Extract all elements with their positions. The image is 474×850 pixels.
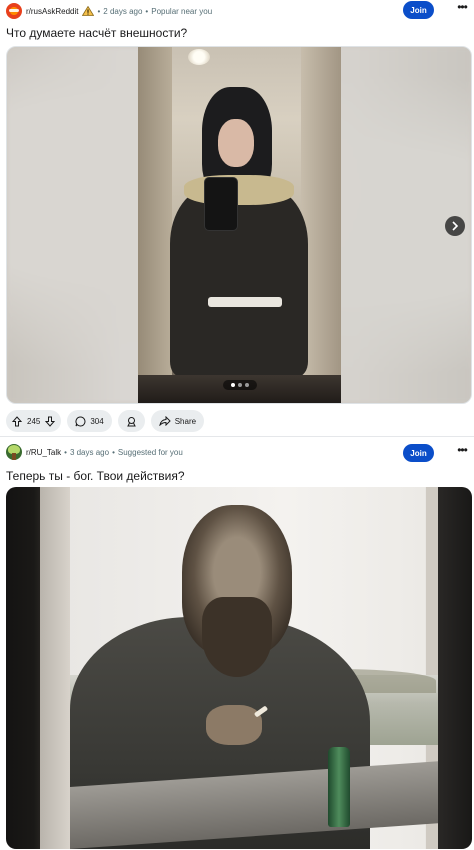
post-image-carousel[interactable] [6, 46, 472, 404]
subreddit-avatar[interactable] [6, 444, 22, 460]
post-time: 3 days ago [69, 447, 110, 457]
award-icon [126, 416, 136, 426]
post-image[interactable] [138, 47, 341, 403]
award-button[interactable] [117, 410, 145, 432]
chevron-right-icon [452, 221, 459, 231]
more-options-icon[interactable]: ••• [454, 1, 470, 17]
post-card[interactable]: r/rusAskReddit • 2 days ago • Popular ne… [0, 0, 474, 436]
post-actions: 245 304 Share [6, 410, 205, 432]
phone [204, 177, 238, 231]
post-card[interactable]: r/RU_Talk • 3 days ago • Suggested for y… [0, 436, 474, 850]
meta-separator: • [145, 6, 149, 16]
join-button[interactable]: Join [403, 444, 434, 462]
post-time: 2 days ago [103, 6, 143, 16]
subreddit-name[interactable]: r/RU_Talk [26, 448, 61, 457]
post-image[interactable] [6, 487, 472, 849]
downvote-icon[interactable] [45, 416, 56, 427]
comments-button[interactable]: 304 [67, 410, 112, 432]
join-button[interactable]: Join [403, 1, 434, 19]
warning-icon [82, 6, 95, 16]
post-title[interactable]: Теперь ты - бог. Твои действия? [6, 469, 185, 483]
comment-icon [75, 415, 86, 426]
share-button[interactable]: Share [150, 410, 205, 432]
meta-separator: • [112, 447, 115, 457]
meta-separator: • [64, 447, 67, 457]
subreddit-name[interactable]: r/rusAskReddit [26, 7, 78, 16]
carousel-dot [245, 383, 249, 387]
carousel-indicator [223, 380, 257, 390]
subreddit-avatar[interactable] [6, 3, 22, 19]
bottle [328, 747, 350, 827]
post-context: Popular near you [151, 6, 213, 16]
carousel-dot [231, 383, 235, 387]
share-label: Share [174, 416, 197, 426]
upvote-icon[interactable] [12, 415, 22, 427]
vote-score: 245 [27, 416, 41, 426]
post-title[interactable]: Что думаете насчёт внешности? [6, 26, 187, 40]
meta-separator: • [97, 6, 101, 16]
vote-control: 245 [6, 410, 62, 432]
carousel-next-button[interactable] [445, 216, 465, 236]
ceiling-lamp [188, 49, 210, 65]
post-context: Suggested for you [117, 447, 183, 457]
comment-count: 304 [90, 416, 104, 426]
carousel-dot [238, 383, 242, 387]
share-icon [159, 416, 171, 426]
more-options-icon[interactable]: ••• [454, 444, 470, 460]
